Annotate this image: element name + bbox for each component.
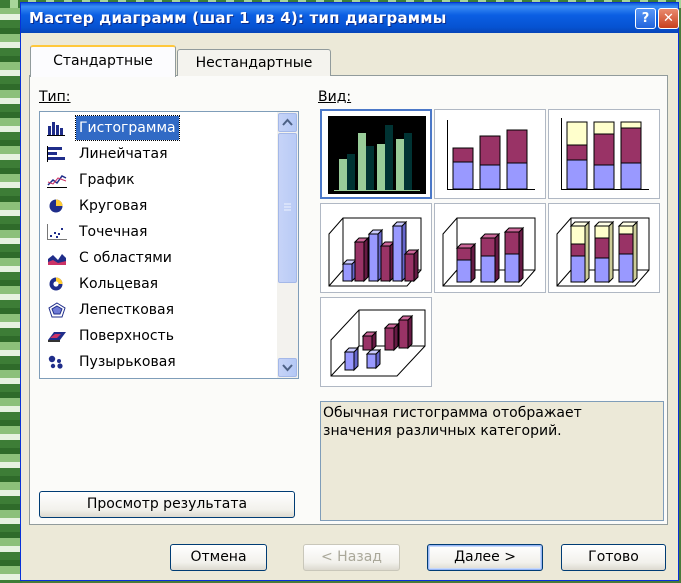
100-stacked-column-thumbnail <box>561 118 649 190</box>
list-item[interactable]: График <box>42 168 275 192</box>
scroll-down-button[interactable] <box>278 358 297 377</box>
subtype-grid <box>320 109 662 387</box>
list-item-label: Кольцевая <box>79 276 159 292</box>
chart-type-label: Тип: <box>39 89 71 105</box>
list-item-label: Лепестковая <box>79 302 175 318</box>
scatter-chart-icon <box>47 224 67 240</box>
3d-stacked-column-thumbnail <box>442 217 536 287</box>
next-button[interactable]: Далее > <box>427 544 543 571</box>
chart-type-label-text: Тип: <box>39 89 71 105</box>
3d-column-thumbnail <box>330 309 426 377</box>
bar-chart-icon <box>47 146 65 162</box>
subtype-3d-100-stacked-column[interactable] <box>548 203 660 293</box>
list-item[interactable]: Гистограмма <box>42 115 275 141</box>
list-scrollbar[interactable] <box>277 112 298 378</box>
subtype-description: Обычная гистограмма отображает значения … <box>323 405 582 439</box>
subtype-label-text: Вид: <box>318 89 352 105</box>
subtype-clustered-column[interactable] <box>320 109 432 199</box>
scroll-up-button[interactable] <box>278 113 297 132</box>
subtype-label: Вид: <box>318 89 351 105</box>
list-item[interactable]: С областями <box>42 246 275 270</box>
list-item[interactable]: Кольцевая <box>42 272 275 296</box>
subtype-3d-stacked-column[interactable] <box>434 203 546 293</box>
stacked-column-thumbnail <box>447 120 535 190</box>
scroll-thumb[interactable] <box>278 133 297 283</box>
list-item[interactable]: Круговая <box>42 194 275 218</box>
subtype-3d-column[interactable] <box>320 297 432 387</box>
background-spreadsheet-strip <box>0 0 22 583</box>
list-item-label: Точечная <box>79 224 148 240</box>
doughnut-chart-icon <box>49 277 63 291</box>
list-item-label: С областями <box>79 250 172 266</box>
list-item[interactable]: Лепестковая <box>42 298 275 322</box>
list-item[interactable]: Точечная <box>42 220 275 244</box>
bubble-chart-icon <box>48 355 63 369</box>
title-bar[interactable]: Мастер диаграмм (шаг 1 из 4): тип диагра… <box>21 3 679 33</box>
chevron-down-icon <box>282 364 293 372</box>
tab-custom[interactable]: Нестандартные <box>177 49 331 76</box>
subtype-3d-clustered-column[interactable] <box>320 203 432 293</box>
3d-100-stacked-column-thumbnail <box>556 217 650 287</box>
help-button[interactable]: ? <box>635 8 656 29</box>
window-title: Мастер диаграмм (шаг 1 из 4): тип диагра… <box>29 9 447 27</box>
back-button[interactable]: < Назад <box>303 544 400 571</box>
list-item-label: Поверхность <box>79 328 174 344</box>
finish-button[interactable]: Готово <box>561 544 666 571</box>
list-item[interactable]: Пузырьковая <box>42 350 275 374</box>
subtype-stacked-column[interactable] <box>434 109 546 199</box>
chevron-up-icon <box>282 118 293 126</box>
subtype-100-stacked-column[interactable] <box>548 109 660 199</box>
list-item[interactable]: Линейчатая <box>42 142 275 166</box>
area-chart-icon <box>48 254 66 265</box>
close-button[interactable]: ✕ <box>658 8 679 29</box>
cancel-button[interactable]: Отмена <box>170 544 267 571</box>
clustered-column-thumbnail <box>328 116 426 194</box>
description-box: Обычная гистограмма отображает значения … <box>320 401 664 521</box>
line-chart-icon <box>47 175 67 188</box>
list-item-label: Круговая <box>79 198 148 214</box>
radar-chart-icon <box>48 302 66 318</box>
preview-button[interactable]: Просмотр результата <box>39 491 295 518</box>
list-item-label: Гистограмма <box>75 115 180 141</box>
grip-icon <box>284 203 291 211</box>
list-item-label: Линейчатая <box>79 146 168 162</box>
list-item[interactable]: Поверхность <box>42 324 275 348</box>
surface-chart-icon <box>48 332 66 342</box>
3d-clustered-column-thumbnail <box>328 217 422 287</box>
tab-standard[interactable]: Стандартные <box>30 45 176 77</box>
column-chart-icon <box>47 122 65 136</box>
list-item-label: Пузырьковая <box>79 354 176 370</box>
list-item-label: График <box>79 172 135 188</box>
chart-type-list[interactable]: Гистограмма Линейчатая График Круговая Т… <box>39 111 299 379</box>
chart-wizard-dialog: Мастер диаграмм (шаг 1 из 4): тип диагра… <box>20 2 679 581</box>
pie-chart-icon <box>49 199 63 213</box>
